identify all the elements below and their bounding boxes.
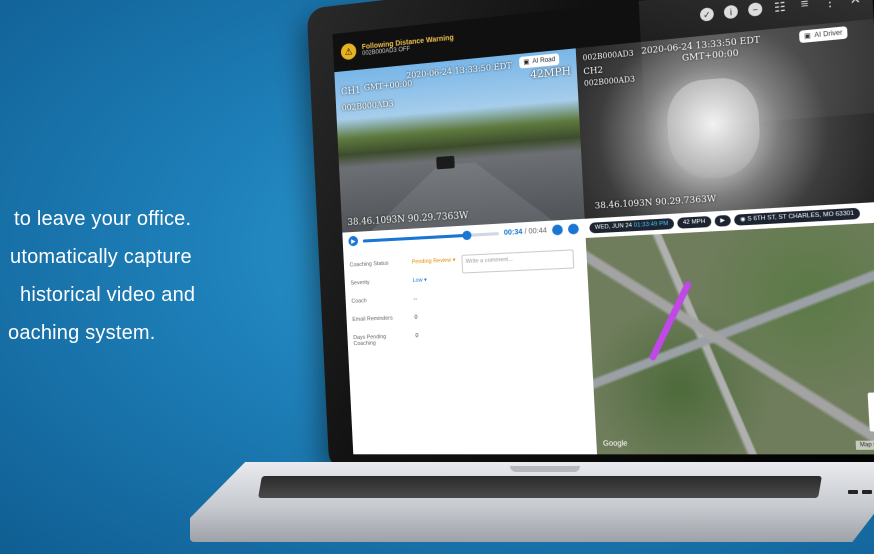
map-brand: Google (602, 440, 628, 448)
days-pending-label: Days Pending Coaching (353, 334, 387, 348)
list-icon[interactable]: ≡ (797, 0, 812, 12)
marketing-line-3: historical video and (20, 284, 196, 306)
keyboard (258, 476, 822, 498)
coaching-row: Email Reminders 0 (352, 315, 417, 323)
event-title: Following Distance Warning 002B000AD3 OF… (362, 34, 455, 57)
driver-camera-view[interactable]: 002B000AD3 2020-06-24 13:33:50 EDT GMT+0… (575, 18, 874, 219)
road-channel: CH1 (340, 85, 361, 98)
usb-port (862, 490, 872, 494)
coaching-panel: Coaching Status Pending Review ▾ Severit… (343, 237, 598, 455)
scrub-handle[interactable] (462, 229, 472, 240)
ai-road-label: AI Road (532, 56, 556, 65)
time-separator: / (524, 227, 527, 236)
driver-channel: CH2 (583, 65, 604, 77)
driver-coords: 38.46.1093N 90.29.7363W (594, 193, 717, 211)
laptop-base (190, 462, 874, 542)
marketing-line-1: to leave your office. (14, 208, 192, 230)
ai-driver-button[interactable]: ▣ AI Driver (798, 26, 848, 44)
coaching-row: Days Pending Coaching 0 (353, 333, 419, 347)
playback-time: 00:34 / 00:44 (504, 227, 547, 237)
coaching-row: Severity Low ▾ (350, 277, 427, 286)
replay-icon[interactable] (567, 223, 580, 235)
driver-device-id-top: 002B000AD3 (582, 49, 634, 63)
header-actions: ✓ i − ☷ ≡ ⋮ ✕ (699, 0, 863, 22)
date-chip: WED, JUN 24 01:33:49 PM (589, 218, 675, 234)
email-reminders-value: 0 (414, 314, 418, 321)
lid-notch (510, 466, 580, 472)
volume-icon[interactable] (551, 224, 564, 236)
ai-driver-icon: ▣ (803, 33, 812, 41)
road-timezone: GMT+00:00 (363, 78, 413, 93)
road-speed: 42MPH (530, 65, 572, 82)
days-pending-value: 0 (415, 333, 419, 340)
ai-road-icon: ▣ (523, 59, 530, 67)
location-chip: ◉ S 6TH ST, ST CHARLES, MO 63301 (733, 207, 861, 226)
severity-label: Severity (350, 279, 370, 287)
minus-circle-icon[interactable]: − (747, 2, 763, 17)
warning-icon: ⚠ (340, 42, 357, 61)
scrub-bar[interactable] (362, 229, 499, 243)
laptop-lid: ⚠ Following Distance Warning 002B000AD3 … (306, 0, 874, 474)
driver-device-id: 002B000AD3 (583, 75, 636, 89)
event-time: 01:33:49 PM (633, 220, 669, 229)
road-timestamp: 2020-06-24 13:33:50 EDT (405, 60, 513, 81)
road-device-id: 002B000AD3 (341, 99, 394, 113)
check-icon[interactable]: ✓ (699, 7, 715, 22)
play-chip-icon[interactable]: ▶ (714, 214, 732, 227)
coach-value[interactable]: -- (413, 296, 417, 302)
driver-face (665, 75, 762, 182)
event-address: S 6TH ST, ST CHARLES, MO 63301 (747, 210, 855, 223)
ports (848, 490, 872, 494)
coach-label: Coach (351, 298, 367, 305)
coaching-status-select[interactable]: Pending Review ▾ (412, 257, 456, 265)
close-icon[interactable]: ✕ (848, 0, 863, 7)
scrub-progress (362, 233, 467, 243)
severity-select[interactable]: Low ▾ (412, 277, 427, 284)
event-date: WED, JUN 24 (594, 222, 633, 232)
pin-icon: ◉ (739, 216, 746, 224)
map-terms[interactable]: Map Data (855, 440, 874, 450)
email-reminders-label: Email Reminders (352, 315, 393, 323)
speed-chip: 42 MPH (676, 215, 712, 229)
comment-input[interactable]: Write a comment... (461, 249, 575, 274)
zoom-control: + − (867, 392, 874, 432)
marketing-line-2: utomatically capture (10, 246, 192, 268)
current-time: 00:34 (503, 228, 523, 237)
more-icon[interactable]: ⋮ (822, 0, 837, 10)
lead-vehicle (436, 155, 455, 170)
route-highlight (648, 280, 693, 362)
coaching-row: Coaching Status Pending Review ▾ (350, 257, 456, 268)
document-icon[interactable]: ☷ (772, 0, 787, 15)
road-camera-view[interactable]: 2020-06-24 13:33:50 EDT CH1 GMT+00:00 00… (334, 48, 585, 233)
marketing-line-4: oaching system. (8, 322, 156, 344)
ai-road-button[interactable]: ▣ AI Road (518, 53, 560, 69)
total-time: 00:44 (528, 226, 548, 236)
ai-driver-label: AI Driver (814, 29, 843, 39)
location-map[interactable]: + − Google Map Data (585, 222, 874, 455)
app-screen: ⚠ Following Distance Warning 002B000AD3 … (332, 0, 874, 455)
info-icon[interactable]: i (723, 4, 739, 20)
coaching-status-label: Coaching Status (349, 260, 389, 269)
coaching-row: Coach -- (351, 296, 417, 305)
usb-port (848, 490, 858, 494)
play-icon[interactable]: ▶ (348, 235, 359, 247)
